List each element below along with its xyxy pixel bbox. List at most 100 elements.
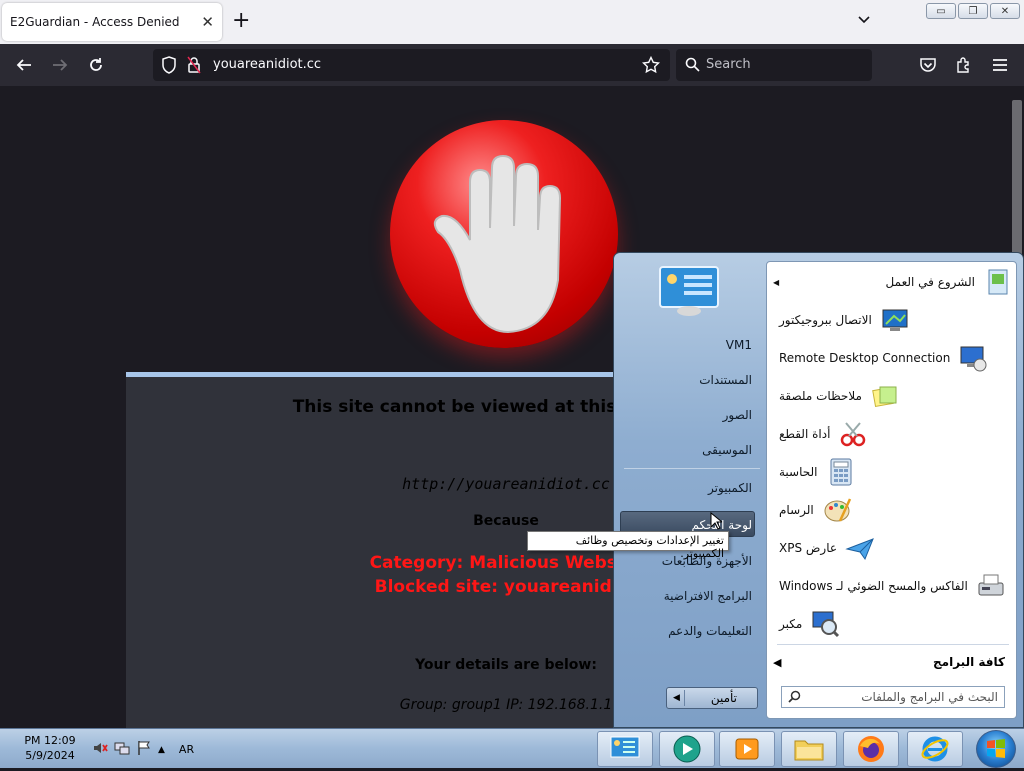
fax-scan-icon [978,574,1004,596]
paint-icon [824,498,851,522]
program-getting-started[interactable]: الشروع في العمل ◀ [773,264,1013,300]
network-icon[interactable] [114,740,130,759]
show-hidden-icons-arrow-icon[interactable]: ▲ [158,745,165,755]
snipping-tool-icon [841,422,866,447]
control-panel-tooltip: تغيير الإعدادات وتخصيص وظائف الكمبيوتر. [527,531,729,560]
folder-icon [794,740,824,761]
pictures-link[interactable]: الصور [622,408,752,422]
new-tab-button[interactable]: + [232,9,250,33]
start-menu-right-pane: VM1 المستندات الصور الموسيقى الكمبيوتر ل… [614,253,766,729]
reload-button[interactable] [83,52,109,78]
taskbar: PM 12:09 5/9/2024 ▲ AR [0,728,1024,768]
program-label: أداة القطع [779,427,831,441]
all-programs-link[interactable]: كافة البرامج ◀ [767,650,1013,674]
calculator-icon [830,458,852,486]
program-label: الرسام [779,503,814,517]
start-button[interactable] [976,730,1016,768]
minimize-button[interactable]: ▭ [926,3,956,19]
start-search-placeholder: البحث في البرامج والملفات [861,690,998,704]
taskbar-ie-button[interactable] [907,731,963,767]
program-label: الحاسبة [779,465,818,479]
clock[interactable]: PM 12:09 5/9/2024 [18,733,82,763]
mouse-cursor-icon [710,511,724,534]
action-center-flag-icon[interactable] [136,740,152,759]
program-snipping-tool[interactable]: أداة القطع [773,416,1013,452]
program-xps-viewer[interactable]: عارض XPS [773,530,1013,566]
music-link[interactable]: الموسيقى [622,443,752,457]
system-tray: ▲ AR [92,740,194,759]
firefox-icon [858,736,884,762]
url-text: youareanidiot.cc [213,57,322,72]
separator [624,468,760,469]
program-label: مكبر [779,617,803,631]
start-menu: VM1 المستندات الصور الموسيقى الكمبيوتر ل… [613,252,1024,728]
shutdown-label: تأمين [710,691,737,705]
computer-link[interactable]: الكمبيوتر [622,481,752,495]
program-label: الشروع في العمل [885,275,975,289]
program-label: الفاكس والمسح الضوئي لـ Windows [779,579,968,593]
all-programs-label: كافة البرامج [933,655,1005,669]
clock-date: 5/9/2024 [25,749,75,762]
taskbar-firefox-button[interactable] [843,731,899,767]
default-programs-link[interactable]: البرامج الافتراضية [622,589,752,603]
help-support-link[interactable]: التعليمات والدعم [622,624,752,638]
tab-strip: E2Guardian - Access Denied ✕ + ▭ ❐ ✕ [0,0,1024,44]
restore-button[interactable]: ❐ [958,3,988,19]
address-bar[interactable]: youareanidiot.cc [153,49,670,81]
search-icon [788,690,801,706]
separator [777,644,1009,645]
program-calculator[interactable]: الحاسبة [773,454,1013,490]
start-search-input[interactable]: البحث في البرامج والملفات [781,686,1005,708]
program-magnifier[interactable]: مكبر [773,606,1013,642]
menu-icon[interactable] [987,52,1013,78]
program-label: الاتصال ببروجيكتور [779,313,872,327]
submenu-arrow-icon: ◀ [773,277,780,287]
user-picture-icon[interactable] [658,265,720,317]
control-panel-link[interactable]: لوحة التحكم [622,518,753,532]
all-programs-arrow-icon: ◀ [773,655,782,669]
windows-logo-icon [987,739,1005,758]
program-label: ملاحظات ملصقة [779,389,862,403]
taskbar-media-center-button[interactable] [659,731,715,767]
volume-muted-icon[interactable] [92,740,108,759]
program-fax-scan[interactable]: الفاكس والمسح الضوئي لـ Windows [773,568,1013,604]
program-label: عارض XPS [779,541,838,555]
language-indicator[interactable]: AR [179,743,194,756]
close-window-button[interactable]: ✕ [990,3,1020,19]
shutdown-options-arrow-icon[interactable]: ◀ [669,690,685,706]
navigation-toolbar: youareanidiot.cc Search [0,44,1024,86]
program-paint[interactable]: الرسام [773,492,1013,528]
program-projector[interactable]: الاتصال ببروجيكتور [773,302,1013,338]
program-sticky-notes[interactable]: ملاحظات ملصقة [773,378,1013,414]
pocket-icon[interactable] [915,52,941,78]
sticky-notes-icon [872,386,897,408]
list-tabs-chevron-icon[interactable] [856,10,872,30]
search-icon [685,57,700,76]
shutdown-button[interactable]: تأمين ◀ [666,687,758,709]
extensions-icon[interactable] [951,52,977,78]
tab-active[interactable]: E2Guardian - Access Denied ✕ [2,3,222,41]
lock-icon[interactable] [187,56,201,78]
projector-icon [882,309,908,331]
control-panel-icon [610,736,640,758]
program-remote-desktop[interactable]: Remote Desktop Connection [773,340,1013,376]
taskbar-control-panel-button[interactable] [597,731,653,767]
bookmark-star-icon[interactable] [641,55,661,78]
magnifier-icon [812,611,840,638]
media-player-icon [735,738,759,760]
forward-button[interactable] [47,52,73,78]
tab-title: E2Guardian - Access Denied [10,15,180,29]
user-name-link[interactable]: VM1 [622,338,752,352]
back-button[interactable] [11,52,37,78]
shield-icon[interactable] [161,56,177,78]
getting-started-icon [988,269,1008,295]
clock-time: PM 12:09 [24,734,76,747]
documents-link[interactable]: المستندات [622,373,752,387]
program-label: Remote Desktop Connection [779,351,951,365]
stop-hand-icon [390,120,618,348]
search-placeholder: Search [706,57,751,72]
search-bar[interactable]: Search [676,49,872,81]
taskbar-media-player-button[interactable] [719,731,775,767]
close-tab-icon[interactable]: ✕ [201,13,214,31]
taskbar-explorer-button[interactable] [781,731,837,767]
